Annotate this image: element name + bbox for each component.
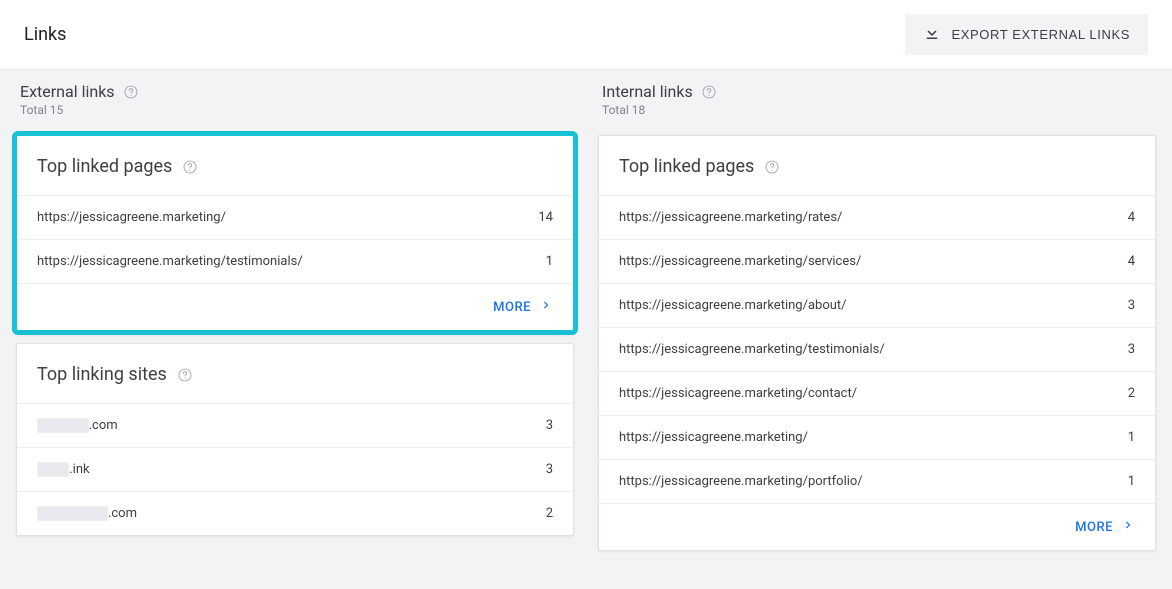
table-row[interactable]: https://jessicagreene.marketing/ 1: [599, 415, 1155, 459]
row-count: 3: [534, 418, 553, 433]
table-row[interactable]: https://jessicagreene.marketing/testimon…: [17, 239, 573, 283]
more-button[interactable]: MORE: [599, 503, 1155, 550]
more-button[interactable]: MORE: [17, 283, 573, 330]
row-url: https://jessicagreene.marketing/: [37, 210, 526, 225]
page-header: Links EXPORT EXTERNAL LINKS: [0, 0, 1172, 69]
row-count: 1: [1116, 430, 1135, 445]
row-url: xxxxxxxx.com: [37, 418, 534, 433]
table-row[interactable]: https://jessicagreene.marketing/about/ 3: [599, 283, 1155, 327]
row-count: 3: [1116, 298, 1135, 313]
row-url: https://jessicagreene.marketing/contact/: [619, 386, 1116, 401]
download-icon: [923, 24, 941, 45]
page-title: Links: [24, 24, 66, 45]
chevron-right-icon: [539, 298, 553, 316]
table-row[interactable]: https://jessicagreene.marketing/rates/ 4: [599, 195, 1155, 239]
card-title: Top linking sites: [37, 364, 167, 385]
row-count: 4: [1116, 210, 1135, 225]
more-label: MORE: [493, 300, 531, 315]
export-external-links-button[interactable]: EXPORT EXTERNAL LINKS: [905, 14, 1148, 55]
row-count: 2: [534, 506, 553, 521]
row-url: https://jessicagreene.marketing/testimon…: [619, 342, 1116, 357]
redacted-text: xxxxxxxxxxx: [37, 506, 108, 521]
top-linking-sites-card: Top linking sites xxxxxxxx.com 3 xxxxx.i…: [16, 343, 574, 536]
row-url: https://jessicagreene.marketing/about/: [619, 298, 1116, 313]
row-url: xxxxxxxxxxx.com: [37, 506, 534, 521]
help-icon[interactable]: [182, 159, 198, 175]
export-button-label: EXPORT EXTERNAL LINKS: [951, 27, 1130, 42]
external-links-column: External links Total 15 Top linked pages…: [16, 78, 574, 573]
external-top-linked-pages-card: Top linked pages https://jessicagreene.m…: [16, 135, 574, 331]
help-icon[interactable]: [701, 84, 717, 100]
chevron-right-icon: [1121, 518, 1135, 536]
redacted-text: xxxxxxxx: [37, 418, 89, 433]
table-row[interactable]: https://jessicagreene.marketing/testimon…: [599, 327, 1155, 371]
internal-top-linked-pages-card: Top linked pages https://jessicagreene.m…: [598, 135, 1156, 551]
table-row[interactable]: https://jessicagreene.marketing/portfoli…: [599, 459, 1155, 503]
help-icon[interactable]: [177, 367, 193, 383]
table-row[interactable]: xxxxxxxx.com 3: [17, 403, 573, 447]
row-count: 14: [526, 210, 553, 225]
external-section-header: External links Total 15: [16, 78, 574, 123]
row-count: 1: [1116, 474, 1135, 489]
row-url: xxxxx.ink: [37, 462, 534, 477]
row-url: https://jessicagreene.marketing/rates/: [619, 210, 1116, 225]
external-section-title: External links: [20, 82, 115, 101]
internal-links-column: Internal links Total 18 Top linked pages…: [598, 78, 1156, 573]
row-url: https://jessicagreene.marketing/testimon…: [37, 254, 534, 269]
row-count: 3: [1116, 342, 1135, 357]
row-url: https://jessicagreene.marketing/services…: [619, 254, 1116, 269]
internal-section-title: Internal links: [602, 82, 693, 101]
help-icon[interactable]: [123, 84, 139, 100]
table-row[interactable]: xxxxxxxxxxx.com 2: [17, 491, 573, 535]
row-count: 3: [534, 462, 553, 477]
content-area: External links Total 15 Top linked pages…: [0, 69, 1172, 589]
more-label: MORE: [1075, 520, 1113, 535]
table-row[interactable]: https://jessicagreene.marketing/contact/…: [599, 371, 1155, 415]
row-count: 1: [534, 254, 553, 269]
redacted-text: xxxxx: [37, 462, 69, 477]
table-row[interactable]: https://jessicagreene.marketing/ 14: [17, 195, 573, 239]
card-title: Top linked pages: [619, 156, 754, 177]
row-url: https://jessicagreene.marketing/portfoli…: [619, 474, 1116, 489]
help-icon[interactable]: [764, 159, 780, 175]
external-total: Total 15: [20, 103, 570, 117]
table-row[interactable]: https://jessicagreene.marketing/services…: [599, 239, 1155, 283]
row-count: 4: [1116, 254, 1135, 269]
internal-total: Total 18: [602, 103, 1152, 117]
card-title: Top linked pages: [37, 156, 172, 177]
table-row[interactable]: xxxxx.ink 3: [17, 447, 573, 491]
row-url: https://jessicagreene.marketing/: [619, 430, 1116, 445]
internal-section-header: Internal links Total 18: [598, 78, 1156, 123]
row-count: 2: [1116, 386, 1135, 401]
